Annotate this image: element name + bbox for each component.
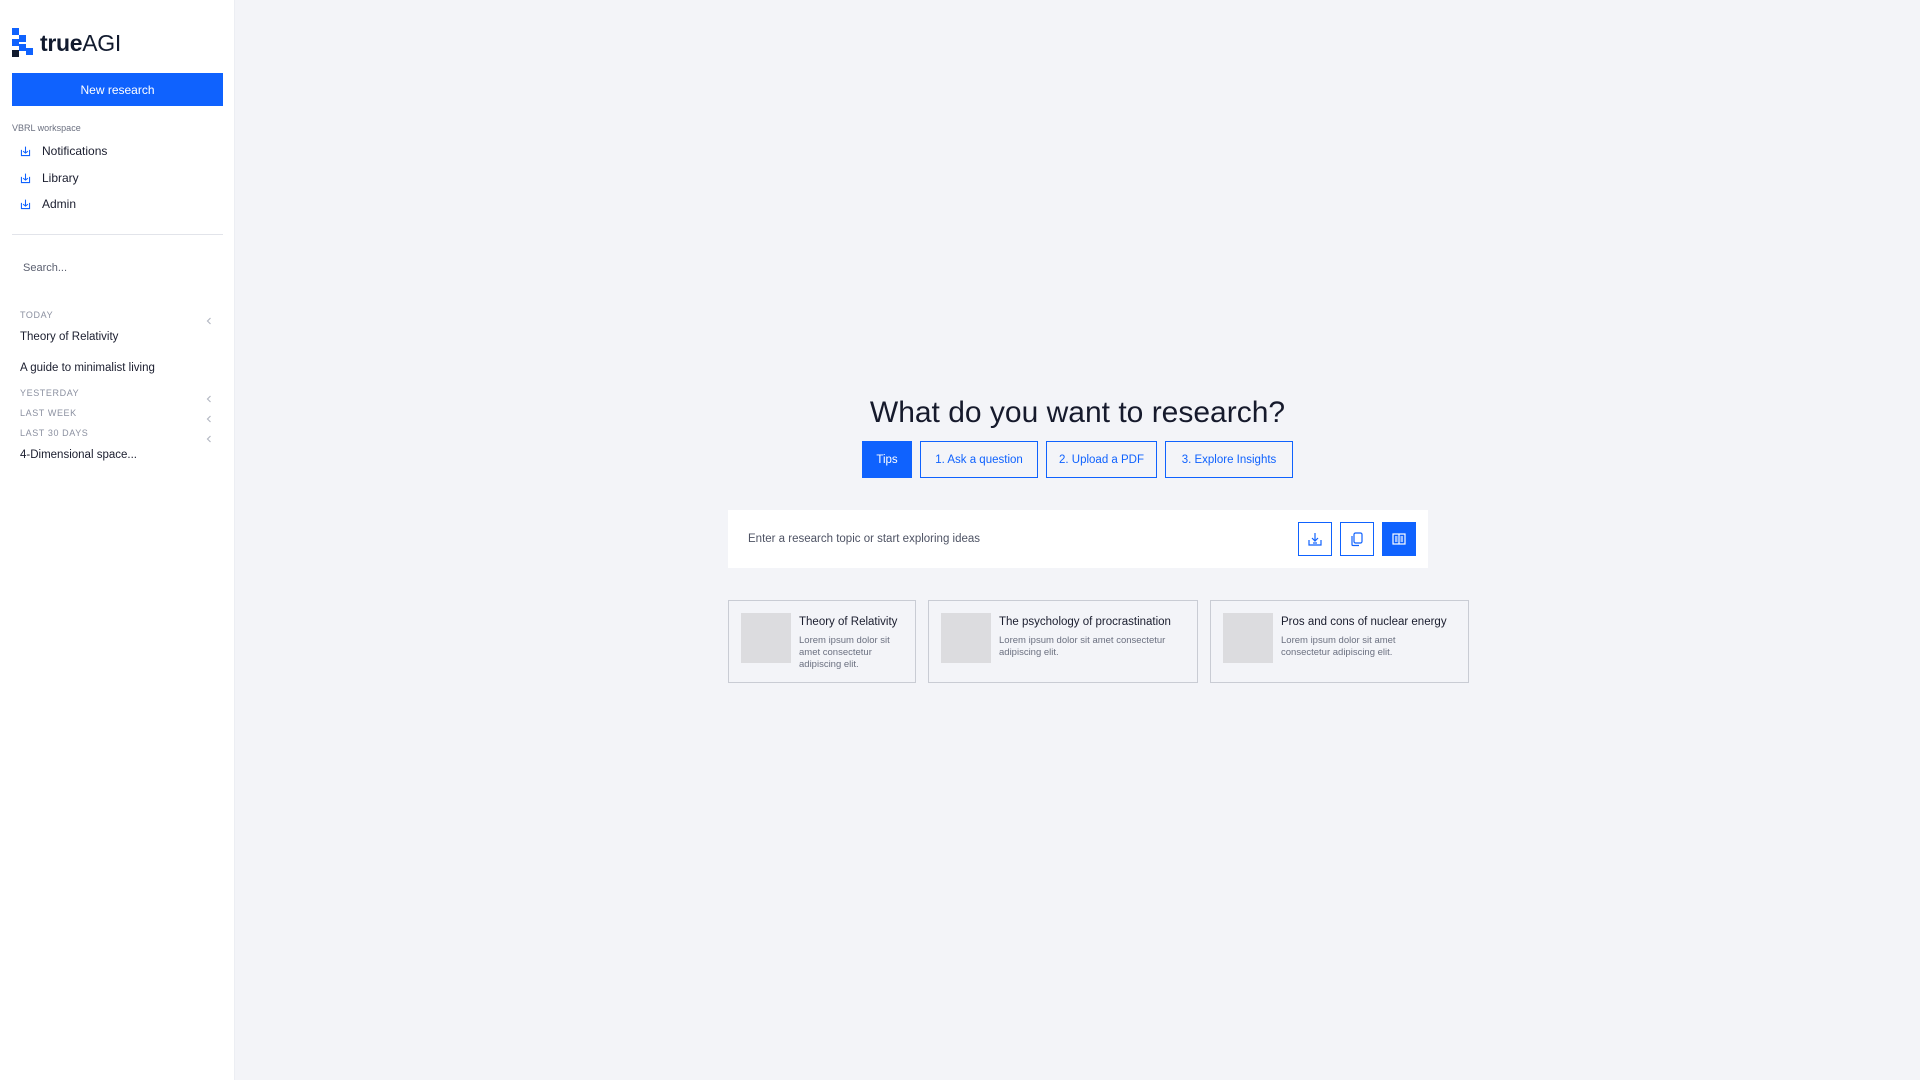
chevron-left-icon[interactable] (204, 394, 214, 404)
sidebar-item-library[interactable]: Library (19, 170, 79, 186)
sidebar-item-label: Admin (42, 197, 77, 211)
tab-upload-pdf[interactable]: 2. Upload a PDF (1046, 441, 1157, 478)
chevron-left-icon[interactable] (204, 414, 214, 424)
research-input-card (728, 510, 1428, 568)
suggestion-card[interactable]: Pros and cons of nuclear energy Lorem ip… (1210, 600, 1469, 683)
sidebar-divider (12, 234, 223, 235)
history-item[interactable]: 4-Dimensional space... (20, 449, 137, 461)
card-description: Lorem ipsum dolor sit amet consectetur a… (1281, 635, 1396, 658)
sidebar: trueAGI New research VBRL workspace Noti… (0, 0, 235, 1080)
card-title: Theory of Relativity (799, 616, 898, 628)
history-item[interactable]: Theory of Relativity (20, 331, 118, 343)
sidebar-item-label: Library (42, 171, 79, 185)
chevron-left-icon[interactable] (204, 316, 214, 326)
brand-name: trueAGI (40, 29, 121, 56)
document-button[interactable] (1382, 522, 1416, 556)
card-title: The psychology of procrastination (999, 616, 1171, 628)
sidebar-item-admin[interactable]: Admin (19, 196, 76, 212)
chevron-left-icon[interactable] (204, 434, 214, 444)
download-icon (20, 199, 31, 209)
import-icon (1308, 533, 1322, 546)
history-group-last-30-days: LAST 30 DAYS (20, 428, 89, 438)
suggestion-card[interactable]: Theory of Relativity Lorem ipsum dolor s… (728, 600, 916, 683)
card-description: Lorem ipsum dolor sit amet consectetur a… (999, 635, 1166, 658)
card-title: Pros and cons of nuclear energy (1281, 616, 1447, 628)
history-item[interactable]: A guide to minimalist living (20, 362, 155, 374)
suggestion-card[interactable]: The psychology of procrastination Lorem … (928, 600, 1198, 683)
workspace-label: VBRL workspace (12, 123, 81, 133)
tab-explore-insights[interactable]: 3. Explore Insights (1165, 441, 1293, 478)
search-input[interactable] (12, 258, 223, 278)
research-topic-input[interactable] (748, 529, 1268, 549)
copy-icon (1351, 532, 1363, 547)
card-thumbnail (1223, 613, 1273, 663)
history-group-last-week: LAST WEEK (20, 408, 77, 418)
new-research-button[interactable]: New research (12, 73, 223, 106)
card-description: Lorem ipsum dolor sit amet consectetur a… (799, 635, 890, 670)
card-thumbnail (741, 613, 791, 663)
download-icon (20, 173, 31, 183)
tab-tips[interactable]: Tips (862, 441, 912, 478)
card-thumbnail (941, 613, 991, 663)
page-title: What do you want to research? (869, 396, 1286, 429)
history-group-yesterday: YESTERDAY (20, 388, 80, 398)
sidebar-item-label: Notifications (42, 144, 108, 158)
brand-logo[interactable]: trueAGI (12, 27, 121, 59)
import-button[interactable] (1298, 522, 1332, 556)
history-group-today: TODAY (20, 310, 54, 320)
document-icon (1392, 533, 1406, 545)
download-icon (20, 146, 31, 156)
sidebar-item-notifications[interactable]: Notifications (19, 143, 107, 159)
copy-button[interactable] (1340, 522, 1374, 556)
tab-ask-question[interactable]: 1. Ask a question (920, 441, 1038, 478)
logo-icon (12, 28, 33, 57)
